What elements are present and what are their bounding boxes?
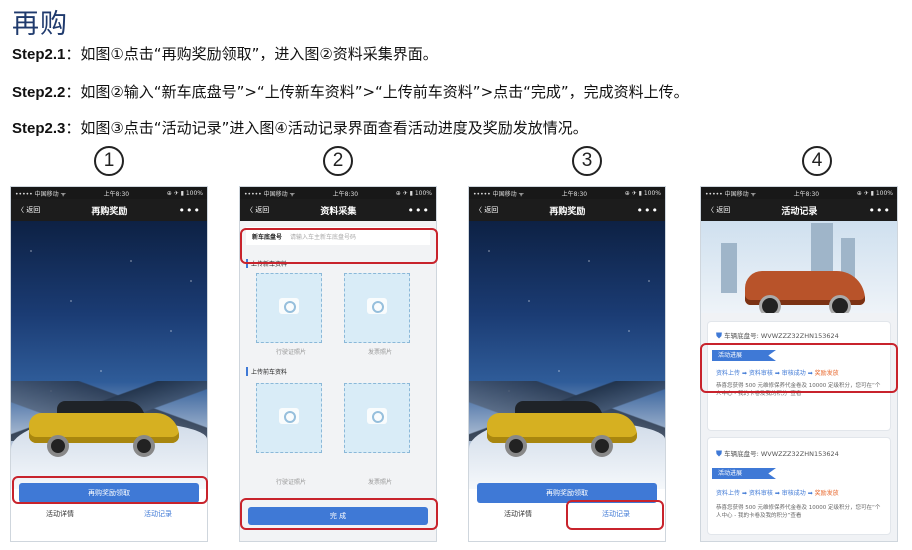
step-text: ：如图①点击“再购奖励领取”，进入图②资料采集界面。 [65,45,438,63]
shield-icon: ⛊ [716,331,722,340]
highlight-box [700,343,898,393]
battery-text: ⊕ ✈ ▮ 100% [166,189,203,197]
highlight-box [240,228,438,264]
tab-activity-details[interactable]: 活动详情 [11,509,109,521]
step-2-3: Step2.3：如图③点击“活动记录”进入图④活动记录界面查看活动进度及奖励发放… [12,117,588,138]
step-label: Step2.2 [12,84,66,101]
carrier-text: ••••• 中国移动 ᯤ [15,190,66,198]
camera-icon [279,408,299,424]
clock-text: 上午8:30 [332,190,359,198]
car-image [487,401,637,457]
progress-ribbon: 活动进展 [712,468,776,479]
status-bar: ••••• 中国移动 ᯤ 上午8:30 ⊕ ✈ ▮ 100% [11,187,207,199]
record-card: ⛊ 车辆底盘号: WVWZZZ32ZHN153624 活动进展 资料上传 ➡ 资… [707,437,891,535]
camera-icon [279,298,299,314]
tab-activity-details[interactable]: 活动详情 [469,509,567,521]
battery-text: ⊕ ✈ ▮ 100% [856,189,893,197]
caption-invoice: 发票照片 [368,349,393,356]
caption-invoice: 发票照片 [368,479,393,486]
phone-screen-3: ••••• 中国移动 ᯤ 上午8:30 ⊕ ✈ ▮ 100% 〈 返回 再购奖励… [468,186,666,542]
step-2-1: Step2.1：如图①点击“再购奖励领取”，进入图②资料采集界面。 [12,43,438,64]
caption-license: 行驶证照片 [276,479,307,486]
step-text: ：如图③点击“活动记录”进入图④活动记录界面查看活动进度及奖励发放情况。 [65,119,588,137]
car-image [745,271,865,317]
bottom-tabs: 活动详情 活动记录 [11,509,207,521]
highlight-box [566,500,664,530]
upload-license-old[interactable] [256,383,322,453]
status-bar: ••••• 中国移动 ᯤ 上午8:30 ⊕ ✈ ▮ 100% [701,187,897,199]
more-menu-icon[interactable]: ••• [869,204,891,217]
figure-number-1: 1 [94,146,124,176]
upload-invoice-new[interactable] [344,273,410,343]
chassis-number-text: ⛊ 车辆底盘号: WVWZZZ32ZHN153624 [716,449,839,458]
back-button[interactable]: 〈 返回 [475,205,498,215]
poster-image [469,221,665,489]
back-button[interactable]: 〈 返回 [17,205,40,215]
more-menu-icon[interactable]: ••• [179,204,201,217]
back-button[interactable]: 〈 返回 [707,205,730,215]
back-button[interactable]: 〈 返回 [246,205,269,215]
clock-text: 上午8:30 [561,190,588,198]
banner-image [701,221,897,317]
status-bar: ••••• 中国移动 ᯤ 上午8:30 ⊕ ✈ ▮ 100% [469,187,665,199]
tab-activity-records[interactable]: 活动记录 [109,509,207,521]
car-image [29,401,179,457]
figure-number-3: 3 [572,146,602,176]
screen-title: 再购奖励 [91,206,128,217]
camera-icon [367,408,387,424]
figure-number-4: 4 [802,146,832,176]
highlight-box [240,498,438,530]
screen-title: 资料采集 [320,206,357,217]
carrier-text: ••••• 中国移动 ᯤ [705,190,756,198]
nav-bar: 〈 返回 资料采集 ••• [240,199,436,221]
step-2-2: Step2.2：如图②输入“新车底盘号”>“上传新车资料”>“上传前车资料”>点… [12,81,689,102]
progress-flow: 资料上传 ➡ 资料审核 ➡ 审核成功 ➡ 奖励发放 [716,490,839,497]
step-text: ：如图②输入“新车底盘号”>“上传新车资料”>“上传前车资料”>点击“完成”，完… [65,83,689,101]
carrier-text: ••••• 中国移动 ᯤ [473,190,524,198]
clock-text: 上午8:30 [793,190,820,198]
caption-license: 行驶证照片 [276,349,307,356]
highlight-box [12,476,208,504]
status-bar: ••••• 中国移动 ᯤ 上午8:30 ⊕ ✈ ▮ 100% [240,187,436,199]
reward-note: 恭喜您获得 500 元维修保养代金卷及 10000 定级积分，您可在“个人中心 … [716,505,881,519]
battery-text: ⊕ ✈ ▮ 100% [395,189,432,197]
nav-bar: 〈 返回 再购奖励 ••• [11,199,207,221]
camera-icon [367,298,387,314]
form-area [240,221,436,541]
page-title: 再购 [12,9,68,40]
more-menu-icon[interactable]: ••• [408,204,430,217]
chassis-number-text: ⛊ 车辆底盘号: WVWZZZ32ZHN153624 [716,331,839,340]
carrier-text: ••••• 中国移动 ᯤ [244,190,295,198]
upload-invoice-old[interactable] [344,383,410,453]
more-menu-icon[interactable]: ••• [637,204,659,217]
step-label: Step2.1 [12,46,66,63]
screen-title: 再购奖励 [549,206,586,217]
poster-image [11,221,207,489]
section-old-car: 上传前车资料 [246,367,287,376]
upload-license-new[interactable] [256,273,322,343]
nav-bar: 〈 返回 活动记录 ••• [701,199,897,221]
clock-text: 上午8:30 [103,190,130,198]
step-label: Step2.3 [12,120,66,137]
screen-title: 活动记录 [781,206,818,217]
nav-bar: 〈 返回 再购奖励 ••• [469,199,665,221]
shield-icon: ⛊ [716,449,722,458]
battery-text: ⊕ ✈ ▮ 100% [624,189,661,197]
figure-number-2: 2 [323,146,353,176]
